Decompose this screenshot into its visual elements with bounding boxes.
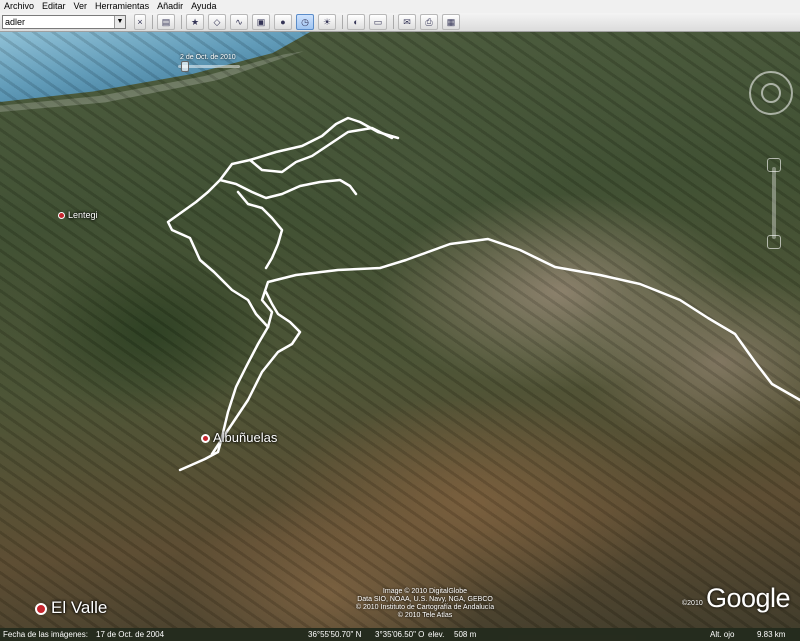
toolbar-separator — [181, 15, 182, 29]
historical-time-slider[interactable]: 2 de Oct. de 2010 — [178, 54, 242, 74]
compass-icon[interactable] — [761, 83, 781, 103]
imagery-credits: Image © 2010 DigitalGlobe Data SIO, NOAA… — [300, 588, 550, 620]
gps-track — [166, 116, 800, 472]
longitude-readout: 3°35'06.50" O — [375, 630, 425, 639]
status-bar: Fecha de las imágenes: 17 de Oct. de 200… — [0, 628, 800, 641]
credit-line: © 2010 Tele Atlas — [397, 612, 453, 619]
place-lentegi[interactable]: Lentegi — [58, 210, 98, 220]
close-icon[interactable]: × — [134, 14, 146, 30]
time-slider-handle[interactable] — [180, 61, 189, 72]
place-label: Lentegi — [68, 210, 98, 220]
placemark-icon[interactable]: ★ — [186, 14, 204, 30]
sidebar-icon[interactable]: ▤ — [157, 14, 175, 30]
place-pin-icon — [58, 212, 65, 220]
google-logo: Google — [706, 583, 791, 613]
path-icon[interactable]: ∿ — [230, 14, 248, 30]
menu-editar[interactable]: Editar — [38, 0, 70, 13]
menu-ver[interactable]: Ver — [70, 0, 92, 13]
menu-bar: Archivo Editar Ver Herramientas Añadir A… — [0, 0, 800, 13]
zoom-slider[interactable] — [772, 167, 776, 239]
chevron-down-icon[interactable]: ▼ — [114, 16, 125, 28]
historical-imagery-icon[interactable]: ◷ — [296, 14, 314, 30]
look-around-control[interactable] — [749, 71, 793, 115]
menu-herramientas[interactable]: Herramientas — [91, 0, 153, 13]
planets-icon[interactable]: ◐ — [347, 14, 365, 30]
search-input[interactable]: adler ▼ — [2, 15, 126, 29]
credit-line: © 2010 Instituto de Cartografía de Andal… — [355, 604, 495, 611]
maps-view-icon[interactable]: ▦ — [442, 14, 460, 30]
copyright-text: ©2010 — [682, 600, 703, 607]
menu-archivo[interactable]: Archivo — [0, 0, 38, 13]
place-label: Albuñuelas — [213, 430, 278, 445]
imagery-date-label: Fecha de las imágenes: — [3, 630, 88, 639]
eye-altitude-readout: 9.83 km — [757, 630, 786, 639]
credit-line: Image © 2010 DigitalGlobe — [382, 588, 468, 595]
imagery-date: 17 de Oct. de 2004 — [96, 630, 165, 639]
record-tour-icon[interactable]: ● — [274, 14, 292, 30]
email-icon[interactable]: ✉ — [398, 14, 416, 30]
place-albunuelas[interactable]: Albuñuelas — [201, 430, 277, 445]
polygon-icon[interactable]: ◇ — [208, 14, 226, 30]
place-label: El Valle — [51, 598, 108, 617]
zoom-out-button[interactable] — [767, 235, 781, 249]
elevation-readout: 508 m — [454, 630, 477, 639]
toolbar-separator — [152, 15, 153, 29]
search-value: adler — [5, 17, 26, 27]
time-slider-label: 2 de Oct. de 2010 — [180, 54, 236, 61]
elevation-label: elev. — [428, 630, 445, 639]
place-el-valle[interactable]: El Valle — [35, 598, 107, 618]
ruler-icon[interactable]: ▭ — [369, 14, 387, 30]
menu-ayuda[interactable]: Ayuda — [187, 0, 220, 13]
menu-anadir[interactable]: Añadir — [153, 0, 187, 13]
credit-line: Data SIO, NOAA, U.S. Navy, NGA, GEBCO — [357, 596, 493, 603]
sun-icon[interactable]: ☀ — [318, 14, 336, 30]
print-icon[interactable]: ⎙ — [420, 14, 438, 30]
latitude-readout: 36°55'50.70" N — [308, 630, 362, 639]
place-pin-icon — [35, 602, 47, 615]
overlay-icon[interactable]: ▣ — [252, 14, 270, 30]
eye-altitude-label: Alt. ojo — [710, 630, 735, 639]
earth-view[interactable]: 2 de Oct. de 2010 Lentegi Albuñuelas El … — [0, 32, 800, 628]
toolbar-separator — [342, 15, 343, 29]
place-pin-icon — [201, 434, 210, 444]
toolbar-separator — [393, 15, 394, 29]
toolbar: adler ▼ × ▤ ★ ◇ ∿ ▣ ● ◷ ☀ ◐ ▭ ✉ ⎙ ▦ — [0, 13, 800, 32]
